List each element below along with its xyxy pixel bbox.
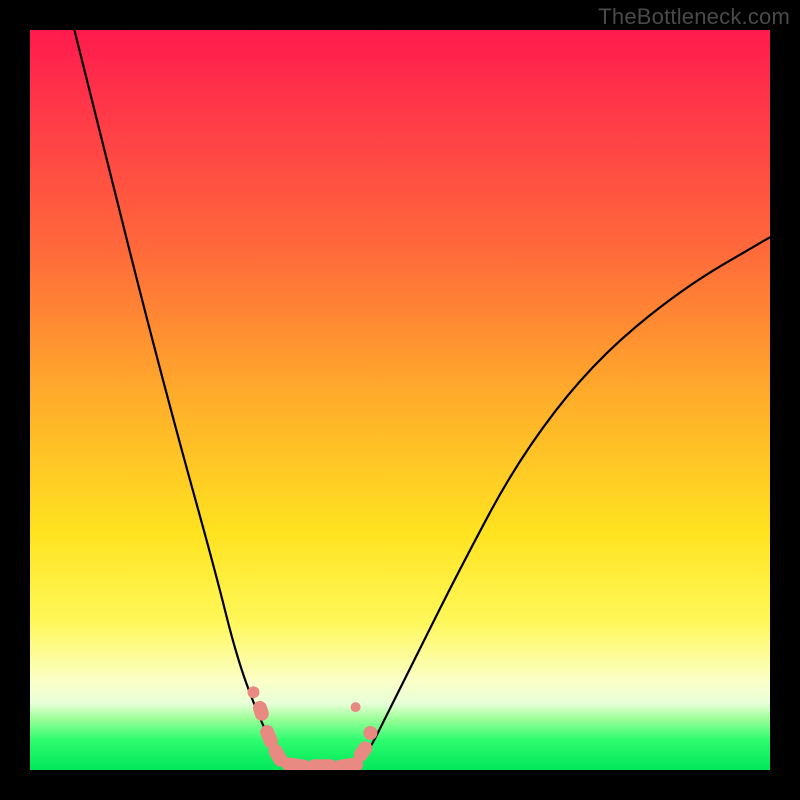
chart-plot-area — [30, 30, 770, 770]
bottleneck-curve-left — [74, 30, 289, 770]
chart-frame: TheBottleneck.com — [0, 0, 800, 800]
bottleneck-curve-right — [356, 237, 770, 770]
chart-svg — [30, 30, 770, 770]
marker-capsule — [281, 757, 313, 770]
marker-dot — [351, 702, 361, 712]
marker-capsule — [307, 759, 337, 770]
data-markers — [247, 686, 377, 770]
marker-dot — [247, 686, 259, 698]
watermark-text: TheBottleneck.com — [598, 4, 790, 30]
marker-dot — [363, 726, 377, 740]
